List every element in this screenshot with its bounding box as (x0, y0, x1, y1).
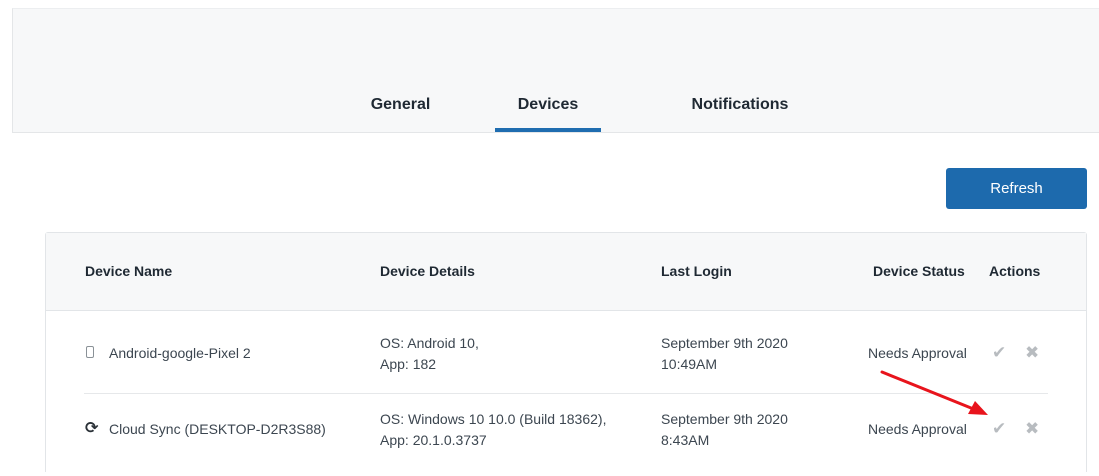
header-actions: Actions (989, 263, 1041, 279)
settings-tab-bar: General Devices Notifications (12, 8, 1099, 133)
header-last-login: Last Login (661, 263, 732, 279)
header-device-details: Device Details (380, 263, 475, 279)
last-login: September 9th 2020 8:43AM (661, 411, 788, 448)
sync-icon: ⟳ (85, 420, 99, 437)
approve-check-icon[interactable]: ✔ (992, 420, 1006, 438)
table-header: Device Name Device Details Last Login De… (46, 233, 1086, 311)
tab-notifications[interactable]: Notifications (665, 89, 815, 134)
device-status: Needs Approval (868, 421, 967, 437)
device-name: Android-google-Pixel 2 (109, 345, 251, 361)
last-login: September 9th 2020 10:49AM (661, 335, 788, 372)
tab-general[interactable]: General (353, 89, 448, 134)
phone-icon (86, 346, 100, 362)
table-row: Android-google-Pixel 2 OS: Android 10, A… (84, 312, 1048, 394)
refresh-button[interactable]: Refresh (946, 168, 1087, 209)
header-device-name: Device Name (85, 263, 173, 279)
header-device-status: Device Status (873, 263, 965, 279)
device-name: Cloud Sync (DESKTOP-D2R3S88) (109, 421, 326, 437)
device-details: OS: Windows 10 10.0 (Build 18362), App: … (380, 411, 607, 448)
device-status: Needs Approval (868, 345, 967, 361)
tab-devices[interactable]: Devices (495, 89, 601, 134)
reject-x-icon[interactable]: ✖ (1025, 420, 1039, 438)
approve-check-icon[interactable]: ✔ (992, 344, 1006, 362)
devices-table: Device Name Device Details Last Login De… (45, 232, 1087, 472)
table-row: ⟳ Cloud Sync (DESKTOP-D2R3S88) OS: Windo… (84, 394, 1048, 476)
tab-list: General Devices Notifications (13, 89, 1099, 134)
device-details: OS: Android 10, App: 182 (380, 335, 479, 372)
reject-x-icon[interactable]: ✖ (1025, 344, 1039, 362)
cropped-header-text (0, 0, 420, 7)
